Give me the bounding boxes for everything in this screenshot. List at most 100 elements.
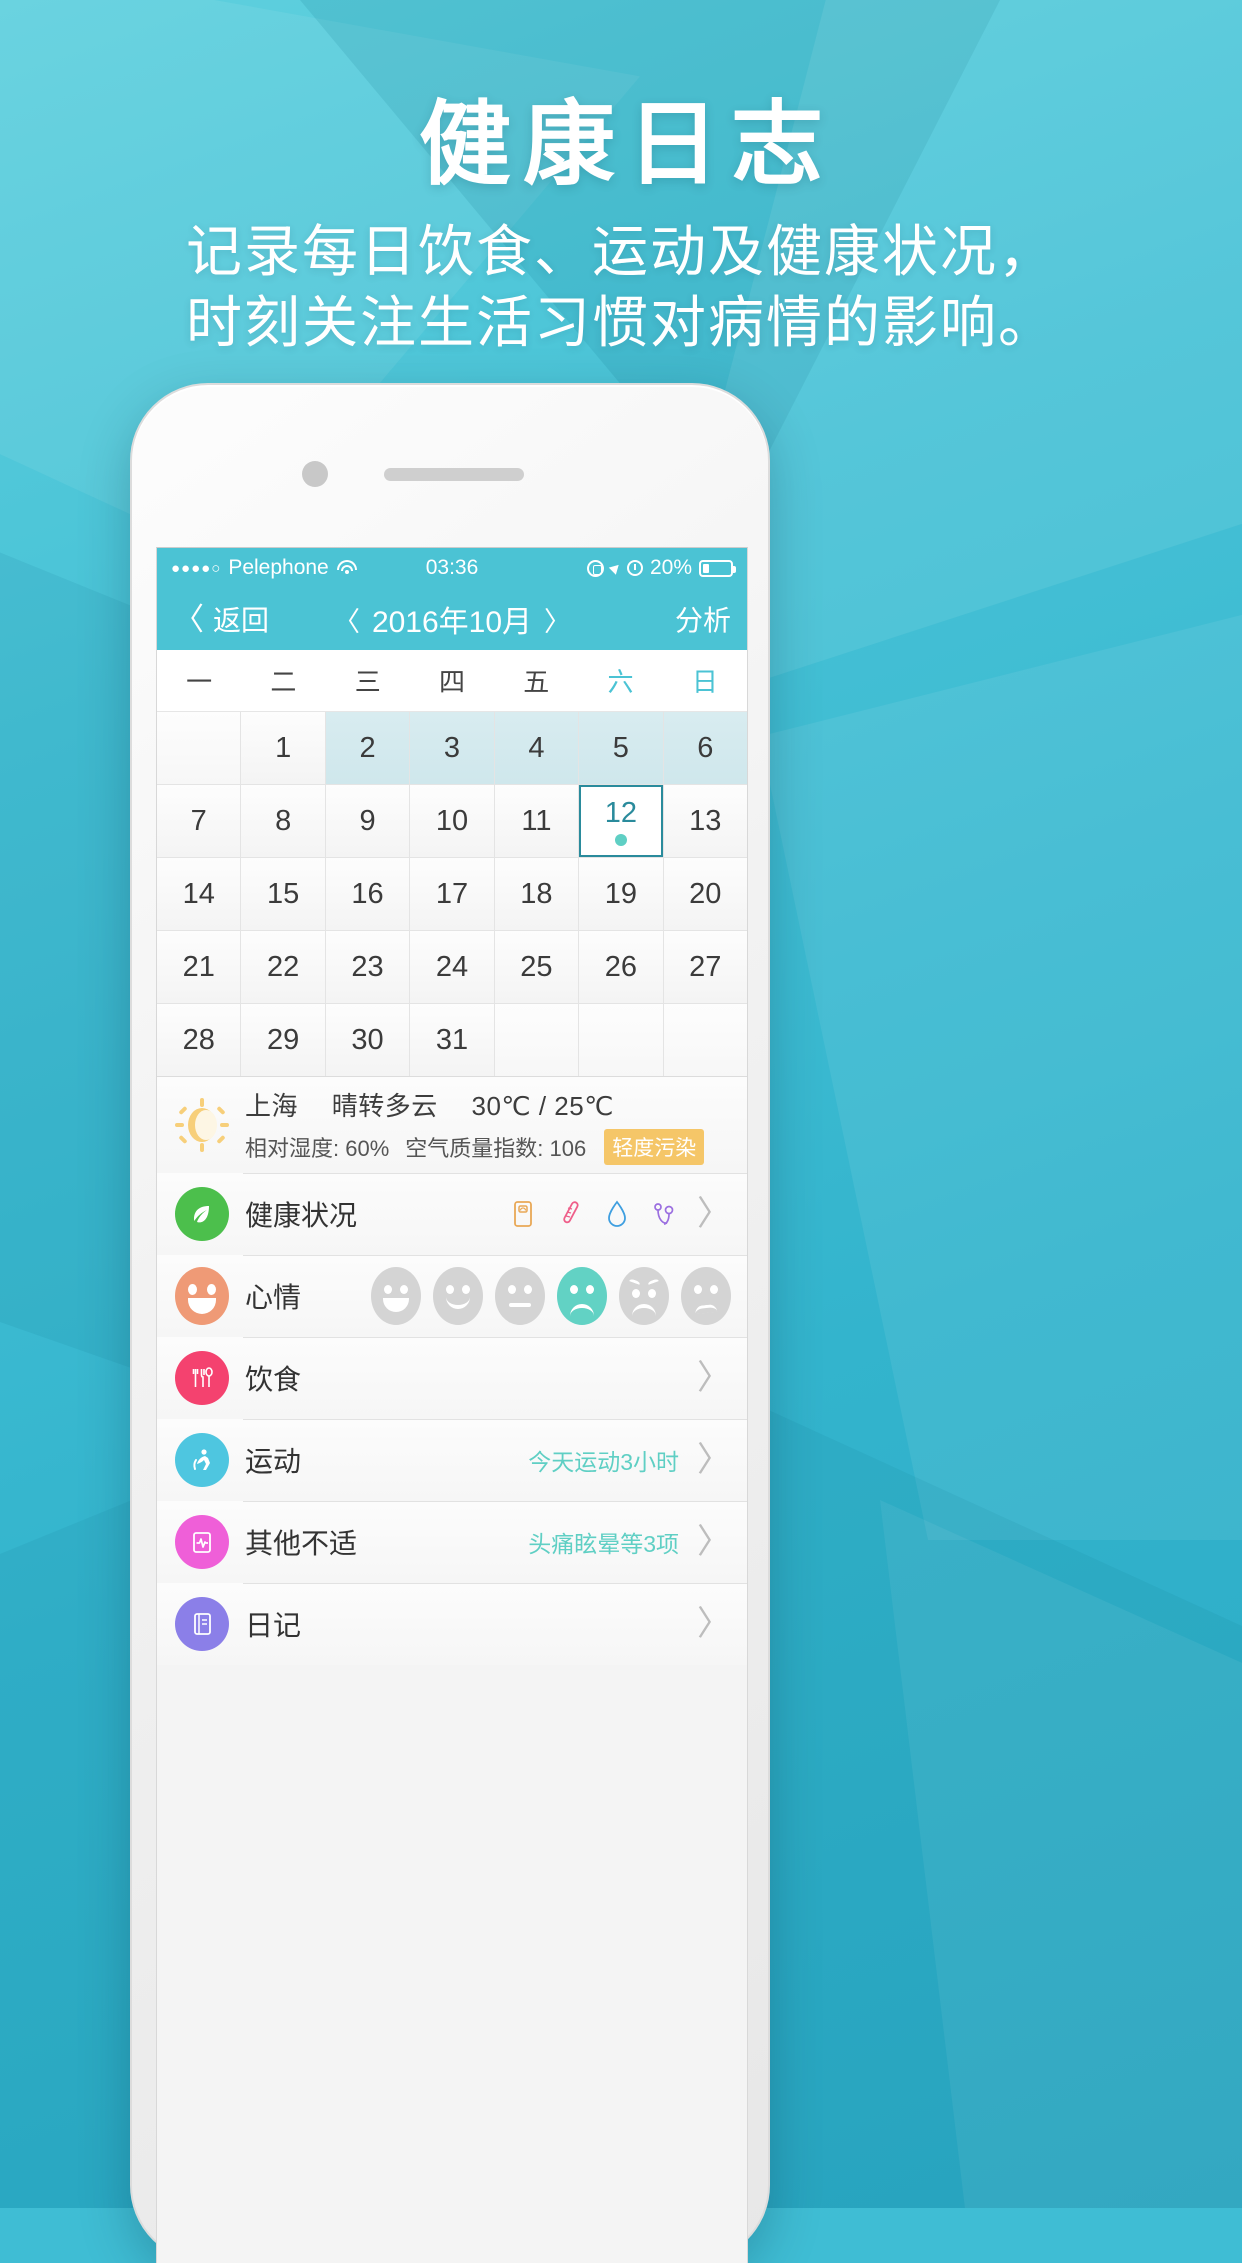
calendar-day-31[interactable]: 31 xyxy=(410,1004,494,1076)
health-status-row[interactable]: 健康状况 〉 xyxy=(157,1173,747,1255)
signal-strength-icon: ●●●●○ xyxy=(171,559,222,577)
calendar-day-number: 20 xyxy=(689,877,722,910)
diet-row[interactable]: 饮食 〉 xyxy=(157,1337,747,1419)
calendar-day-30[interactable]: 30 xyxy=(325,1004,410,1076)
analysis-button[interactable]: 分析 xyxy=(675,599,731,639)
calendar-day-number: 24 xyxy=(435,950,469,983)
stethoscope-icon[interactable] xyxy=(649,1199,679,1229)
calendar-day-10[interactable]: 10 xyxy=(410,785,494,857)
calendar-day-29[interactable]: 29 xyxy=(241,1004,325,1076)
calendar-day-empty xyxy=(494,1004,579,1076)
hero-subtitle-line-1: 记录每日饮食、运动及健康状况， xyxy=(186,220,1056,284)
calendar-day-24[interactable]: 24 xyxy=(410,931,494,1003)
weather-row[interactable]: 上海 晴转多云 30℃ / 25℃ 相对湿度: 60% 空气质量指数: 106 … xyxy=(157,1077,747,1173)
calendar-day-number: 14 xyxy=(182,877,215,910)
chevron-right-icon: 〉 xyxy=(697,1359,731,1397)
current-month-label: 2016年10月 xyxy=(371,606,533,639)
calendar-day-number: 1 xyxy=(275,731,292,764)
diary-label: 日记 xyxy=(245,1610,302,1641)
next-month-button[interactable]: 〉 xyxy=(544,600,571,639)
mood-upset-icon[interactable] xyxy=(681,1267,731,1325)
back-button[interactable]: 〈 返回 xyxy=(173,599,269,639)
navigation-bar: 〈 返回 〈 2016年10月 〉 分析 xyxy=(157,588,747,650)
status-bar-left: ●●●●○ Pelephone xyxy=(171,556,358,580)
calendar-day-number: 29 xyxy=(267,1023,300,1056)
smiley-face-icon xyxy=(175,1267,229,1325)
weight-scale-icon[interactable] xyxy=(508,1199,538,1229)
discomfort-label: 其他不适 xyxy=(245,1528,358,1559)
discomfort-right: 头痛眩晕等3项 〉 xyxy=(528,1525,731,1559)
phone-speaker xyxy=(384,468,524,481)
calendar-day-20[interactable]: 20 xyxy=(663,858,747,930)
exercise-label: 运动 xyxy=(245,1446,302,1477)
chevron-right-icon: 〉 xyxy=(697,1605,731,1643)
diary-right: 〉 xyxy=(679,1607,731,1641)
calendar-day-number: 8 xyxy=(275,804,292,837)
calendar-day-number: 2 xyxy=(359,731,376,764)
calendar-weekday-0: 一 xyxy=(186,667,213,697)
calendar-day-number: 4 xyxy=(528,731,545,764)
calendar-day-number: 21 xyxy=(182,950,215,983)
calendar-day-28[interactable]: 28 xyxy=(157,1004,241,1076)
mood-smile-icon[interactable] xyxy=(433,1267,483,1325)
page-title: 健康日志 xyxy=(418,94,835,196)
hero-subtitle: 记录每日饮食、运动及健康状况， 时刻关注生活习惯对病情的影响。 xyxy=(0,217,1242,358)
calendar-day-number: 27 xyxy=(689,950,722,983)
mood-laugh-icon[interactable] xyxy=(371,1267,421,1325)
status-bar: ●●●●○ Pelephone 03:36 20% xyxy=(157,548,747,588)
water-drop-icon[interactable] xyxy=(602,1199,632,1229)
diet-right: 〉 xyxy=(679,1361,731,1395)
calendar-day-number: 18 xyxy=(520,877,553,910)
hero-header: 健康日志 记录每日饮食、运动及健康状况， 时刻关注生活习惯对病情的影响。 xyxy=(0,0,1242,358)
calendar-day-number: 9 xyxy=(359,804,376,837)
calendar-day-1[interactable]: 1 xyxy=(241,712,325,784)
mood-sad-icon[interactable] xyxy=(557,1267,607,1325)
mood-row[interactable]: 心情 xyxy=(157,1255,747,1337)
calendar-grid: 1 2 3 4 5 6 7 8 9 10 11 12 13 14 15 16 17 18 19 20 21 22 23 24 2… xyxy=(157,712,747,1077)
calendar-day-16[interactable]: 16 xyxy=(325,858,410,930)
diary-row[interactable]: 日记 〉 xyxy=(157,1583,747,1665)
mood-worried-icon[interactable] xyxy=(619,1267,669,1325)
calendar-day-27[interactable]: 27 xyxy=(663,931,747,1003)
calendar-day-15[interactable]: 15 xyxy=(241,858,325,930)
calendar-day-11[interactable]: 11 xyxy=(494,785,579,857)
mood-neutral-icon[interactable] xyxy=(495,1267,545,1325)
calendar-day-number: 25 xyxy=(520,950,553,983)
calendar-day-26[interactable]: 26 xyxy=(579,931,663,1003)
calendar-day-entry-dot xyxy=(614,833,627,846)
battery-icon xyxy=(699,559,736,577)
runner-icon xyxy=(175,1433,229,1487)
status-bar-right: 20% xyxy=(586,556,736,580)
calendar-day-21[interactable]: 21 xyxy=(157,931,241,1003)
calendar-day-4[interactable]: 4 xyxy=(494,712,579,784)
calendar-day-3[interactable]: 3 xyxy=(410,712,494,784)
alarm-clock-icon xyxy=(626,560,643,576)
calendar-weekday-header: 一二三四五六日 xyxy=(157,650,747,712)
prev-month-button[interactable]: 〈 xyxy=(333,600,360,639)
calendar-day-number: 7 xyxy=(190,804,207,837)
calendar-day-9[interactable]: 9 xyxy=(325,785,410,857)
calendar-day-17[interactable]: 17 xyxy=(410,858,494,930)
calendar-day-23[interactable]: 23 xyxy=(325,931,410,1003)
thermometer-icon[interactable] xyxy=(555,1199,585,1229)
calendar-day-12[interactable]: 12 xyxy=(579,785,663,857)
leaf-icon xyxy=(175,1187,229,1241)
calendar-day-18[interactable]: 18 xyxy=(494,858,579,930)
calendar-day-14[interactable]: 14 xyxy=(157,858,241,930)
calendar-day-number: 26 xyxy=(604,950,637,983)
exercise-row[interactable]: 运动 今天运动3小时 〉 xyxy=(157,1419,747,1501)
calendar-day-8[interactable]: 8 xyxy=(241,785,325,857)
calendar-day-7[interactable]: 7 xyxy=(157,785,241,857)
hero-subtitle-line-2: 时刻关注生活习惯对病情的影响。 xyxy=(186,290,1056,354)
calendar-day-2[interactable]: 2 xyxy=(325,712,410,784)
calendar-day-5[interactable]: 5 xyxy=(579,712,663,784)
calendar-day-25[interactable]: 25 xyxy=(494,931,579,1003)
calendar-day-13[interactable]: 13 xyxy=(663,785,747,857)
calendar-day-number: 19 xyxy=(604,877,637,910)
calendar-day-19[interactable]: 19 xyxy=(579,858,663,930)
calendar-weekday-5: 六 xyxy=(607,667,634,697)
battery-percent-label: 20% xyxy=(649,556,692,579)
calendar-day-22[interactable]: 22 xyxy=(241,931,325,1003)
calendar-day-6[interactable]: 6 xyxy=(663,712,747,784)
discomfort-row[interactable]: 其他不适 头痛眩晕等3项 〉 xyxy=(157,1501,747,1583)
